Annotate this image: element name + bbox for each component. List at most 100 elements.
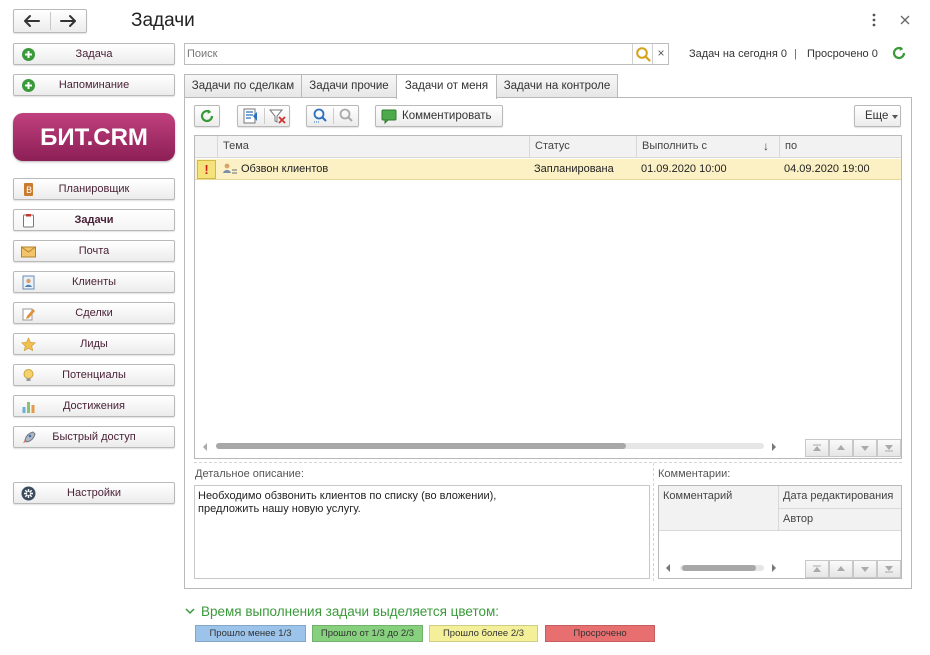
page-title: Задачи xyxy=(131,10,195,31)
more-actions-label: Еще xyxy=(865,110,889,122)
find-button[interactable] xyxy=(307,106,333,126)
horizontal-scrollbar[interactable] xyxy=(216,443,764,449)
scroll-last-button[interactable] xyxy=(877,439,901,457)
legend-item-less-third: Прошло менее 1/3 xyxy=(195,625,306,642)
arrow-right-icon xyxy=(60,15,76,27)
comments-header-date[interactable]: Дата редактирования xyxy=(783,490,893,502)
section-separator xyxy=(194,462,902,463)
filter-button[interactable] xyxy=(238,106,264,126)
comments-header-author[interactable]: Автор xyxy=(783,513,813,525)
comment-icon xyxy=(381,109,397,124)
comments-scrollbar-thumb[interactable] xyxy=(682,565,756,571)
comments-scroll-last-button[interactable] xyxy=(877,560,901,578)
sidebar-item-potentials[interactable]: Потенциалы xyxy=(13,364,175,386)
chevron-down-icon xyxy=(185,608,195,615)
search-input[interactable] xyxy=(187,45,627,63)
details-label: Детальное описание: xyxy=(195,468,304,480)
header-status[interactable]: Статус xyxy=(530,136,637,158)
priority-flag-text: ! xyxy=(204,162,209,177)
search-button[interactable] xyxy=(632,44,652,64)
scrollbar-thumb[interactable] xyxy=(216,443,626,449)
scroll-bottom-icon xyxy=(885,566,893,573)
filter-icon xyxy=(243,108,257,124)
scroll-first-button[interactable] xyxy=(805,439,829,457)
comment-button-label: Комментировать xyxy=(402,110,492,122)
priority-flag: ! xyxy=(197,160,216,179)
back-button[interactable] xyxy=(14,10,50,32)
tab-deal-tasks[interactable]: Задачи по сделкам xyxy=(184,74,302,98)
scroll-down-button[interactable] xyxy=(853,439,877,457)
comments-header-subdivider xyxy=(779,508,901,509)
refresh-icon xyxy=(200,109,214,123)
overdue-counter: Просрочено 0 xyxy=(807,48,878,60)
settings-button[interactable]: Настройки xyxy=(13,482,175,504)
legend-title: Время выполнения задачи выделяется цвето… xyxy=(201,604,500,619)
more-actions-button[interactable]: Еще xyxy=(854,105,901,127)
sidebar-item-deals[interactable]: Сделки xyxy=(13,302,175,324)
create-reminder-button[interactable]: Напоминание xyxy=(13,74,175,96)
comments-horizontal-scrollbar[interactable] xyxy=(680,565,764,571)
forward-button[interactable] xyxy=(51,10,86,32)
comments-scroll-first-button[interactable] xyxy=(805,560,829,578)
magnifier-icon xyxy=(313,108,327,123)
refresh-icon xyxy=(892,46,906,60)
panel-separator xyxy=(653,463,654,581)
search-box: × xyxy=(184,43,669,65)
sort-desc-icon: ↓ xyxy=(763,139,769,153)
sidebar-item-tasks[interactable]: Задачи xyxy=(13,209,175,231)
header-date-to[interactable]: по xyxy=(780,136,901,158)
sidebar-item-planner[interactable]: B Планировщик xyxy=(13,178,175,200)
scroll-left-icon[interactable] xyxy=(201,441,209,451)
sidebar-item-clients[interactable]: Клиенты xyxy=(13,271,175,293)
legend-item-overdue: Просрочено xyxy=(545,625,655,642)
task-date-from: 01.09.2020 10:00 xyxy=(641,163,727,175)
sidebar-item-leads[interactable]: Лиды xyxy=(13,333,175,355)
sidebar-item-mail[interactable]: Почта xyxy=(13,240,175,262)
details-textarea[interactable]: Необходимо обзвонить клиентов по списку … xyxy=(194,485,650,579)
refresh-counters-button[interactable] xyxy=(891,45,907,61)
comments-scroll-left-icon[interactable] xyxy=(664,562,672,572)
brand-logo: БИТ.CRM xyxy=(13,113,175,161)
task-status: Запланирована xyxy=(534,163,614,175)
chevron-up-icon xyxy=(837,566,845,571)
chevron-down-icon xyxy=(861,446,869,451)
arrow-left-icon xyxy=(24,15,40,27)
create-task-label: Задача xyxy=(75,48,113,60)
header-subject[interactable]: Тема xyxy=(218,136,530,158)
search-clear-button[interactable]: × xyxy=(652,44,669,64)
tasks-today-counter: Задач на сегодня 0 xyxy=(689,48,787,60)
comments-scroll-up-button[interactable] xyxy=(829,560,853,578)
sidebar-item-quick-access[interactable]: Быстрый доступ xyxy=(13,426,175,448)
comments-header-comment[interactable]: Комментарий xyxy=(663,490,732,502)
comments-scroll-right-icon[interactable] xyxy=(770,562,778,572)
search-icon xyxy=(636,47,651,62)
refresh-button[interactable] xyxy=(194,105,220,127)
chevron-down-icon xyxy=(861,567,869,572)
users-task-icon xyxy=(223,163,237,174)
create-reminder-label: Напоминание xyxy=(58,79,130,91)
task-subject: Обзвон клиентов xyxy=(241,163,329,175)
brand-logo-text: БИТ.CRM xyxy=(40,124,148,151)
comments-scroll-down-button[interactable] xyxy=(853,560,877,578)
tab-controlled-tasks[interactable]: Задачи на контроле xyxy=(496,74,618,98)
sidebar-item-achievements[interactable]: Достижения xyxy=(13,395,175,417)
create-task-button[interactable]: Задача xyxy=(13,43,175,65)
magnifier-disabled-icon xyxy=(339,108,353,122)
clear-filter-icon xyxy=(268,109,286,124)
tab-tasks-from-me[interactable]: Задачи от меня xyxy=(396,74,497,99)
more-menu-icon[interactable] xyxy=(868,12,880,28)
scroll-right-icon[interactable] xyxy=(770,441,778,451)
tab-other-tasks[interactable]: Задачи прочие xyxy=(301,74,397,98)
header-date-from[interactable]: Выполнить с ↓ xyxy=(637,136,780,158)
caret-down-icon xyxy=(892,115,898,119)
scroll-up-button[interactable] xyxy=(829,439,853,457)
counter-separator: | xyxy=(794,48,797,60)
comment-button[interactable]: Комментировать xyxy=(375,105,503,127)
close-icon[interactable] xyxy=(898,13,912,27)
tasks-table xyxy=(194,135,902,459)
clear-filter-button[interactable] xyxy=(265,106,290,126)
task-type-icon xyxy=(222,162,238,177)
scroll-top-icon xyxy=(813,444,821,451)
cancel-find-button[interactable] xyxy=(334,106,359,126)
details-text-line-2: предложить нашу новую услугу. xyxy=(198,503,361,515)
